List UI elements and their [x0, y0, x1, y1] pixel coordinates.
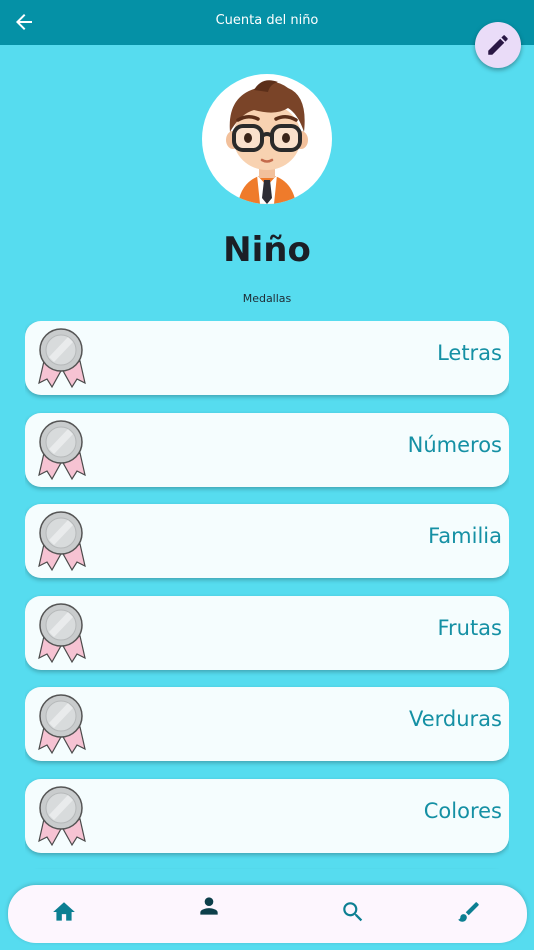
medal-card-label: Familia — [428, 524, 502, 548]
medal-icon — [38, 508, 86, 574]
medal-icon — [38, 691, 86, 757]
medal-icon — [38, 783, 86, 849]
edit-button[interactable] — [475, 22, 521, 68]
medal-card-label: Verduras — [408, 707, 502, 731]
bottom-navigation — [8, 885, 527, 943]
medal-card-colores[interactable]: Colores — [25, 778, 509, 853]
medals-list[interactable]: Letras Números Familia Frutas Verduras C… — [25, 321, 509, 869]
nav-home[interactable] — [48, 896, 80, 928]
search-icon — [343, 902, 363, 922]
medal-icon — [38, 325, 86, 391]
app-bar: Cuenta del niño — [0, 0, 534, 45]
medal-card-verduras[interactable]: Verduras — [25, 687, 509, 761]
app-bar-title: Cuenta del niño — [215, 13, 319, 28]
person-icon — [200, 897, 218, 915]
child-avatar — [202, 74, 332, 204]
medal-card-label: Letras — [437, 341, 502, 365]
medal-icon — [38, 417, 86, 483]
brush-icon — [458, 902, 479, 922]
pencil-icon — [488, 35, 508, 55]
nav-profile[interactable] — [193, 890, 225, 922]
medal-card-numeros[interactable]: Números — [25, 412, 509, 487]
medal-card-letras[interactable]: Letras — [25, 321, 509, 395]
home-icon — [53, 902, 75, 921]
child-name: Niño — [223, 230, 311, 270]
nav-paint[interactable] — [453, 896, 485, 928]
medal-card-label: Colores — [423, 798, 502, 823]
medal-icon — [38, 600, 86, 666]
medal-card-label: Números — [407, 432, 502, 457]
medal-card-label: Frutas — [437, 615, 502, 640]
medals-section-title: Medallas — [242, 292, 292, 305]
medal-card-frutas[interactable]: Frutas — [25, 595, 509, 670]
medal-card-familia[interactable]: Familia — [25, 504, 509, 578]
nav-search[interactable] — [337, 896, 369, 928]
